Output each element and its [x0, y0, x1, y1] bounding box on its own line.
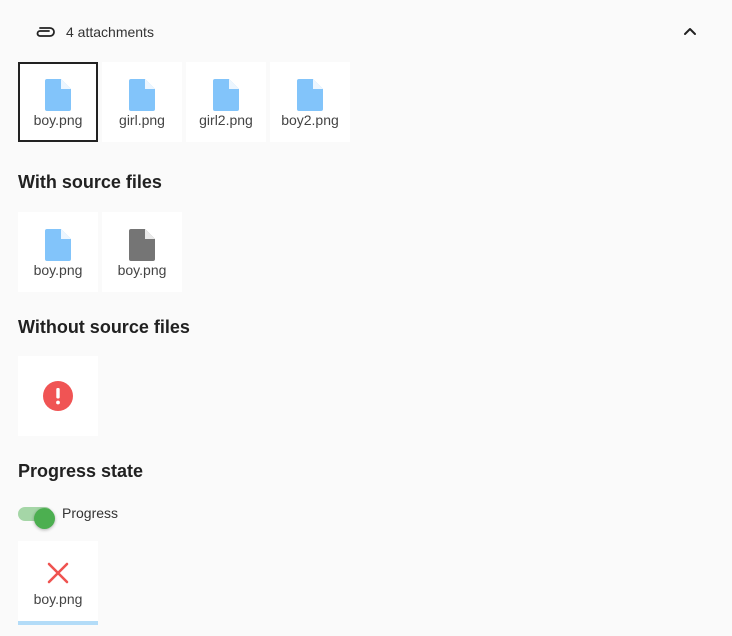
paperclip-icon — [34, 23, 56, 41]
collapse-button[interactable] — [678, 20, 702, 44]
attachments-count: 4 attachments — [66, 24, 154, 40]
error-icon — [43, 381, 73, 411]
toggle-switch[interactable] — [18, 507, 55, 529]
attachment-tile[interactable]: girl2.png — [186, 62, 266, 142]
attachment-name: boy.png — [33, 262, 83, 278]
attachment-tile[interactable]: boy.png — [18, 62, 98, 142]
without-source-list — [18, 356, 98, 436]
attachments-page: 4 attachments boy.png girl.png girl2.png… — [0, 0, 732, 636]
attachment-name: boy2.png — [281, 112, 339, 128]
uploading-attachment-tile[interactable]: boy.png — [18, 541, 98, 625]
attachments-list: boy.png girl.png girl2.png boy2.png — [18, 62, 350, 142]
attachment-tile[interactable]: boy.png — [102, 212, 182, 292]
attachment-name: boy.png — [33, 591, 83, 607]
attachment-tile[interactable]: girl.png — [102, 62, 182, 142]
attachment-name: girl2.png — [199, 112, 253, 128]
attachment-name: boy.png — [117, 262, 167, 278]
without-source-heading: Without source files — [18, 317, 190, 337]
progress-state-heading: Progress state — [18, 461, 144, 481]
file-icon — [129, 229, 155, 261]
error-attachment-tile[interactable] — [18, 356, 98, 436]
file-icon — [129, 79, 155, 111]
attachment-tile[interactable]: boy2.png — [270, 62, 350, 142]
chevron-up-icon — [684, 28, 696, 35]
upload-progress-bar — [18, 621, 98, 625]
progress-list: boy.png — [18, 541, 98, 625]
file-icon — [297, 79, 323, 111]
file-icon — [45, 229, 71, 261]
attachment-name: boy.png — [33, 112, 83, 128]
close-icon[interactable] — [47, 562, 69, 584]
toggle-thumb[interactable] — [34, 508, 55, 529]
with-source-heading: With source files — [18, 172, 162, 192]
attachments-header[interactable]: 4 attachments — [18, 14, 718, 50]
file-icon — [213, 79, 239, 111]
attachment-name: girl.png — [119, 112, 165, 128]
toggle-label: Progress — [62, 505, 119, 521]
with-source-list: boy.png boy.png — [18, 212, 182, 292]
file-icon — [45, 79, 71, 111]
attachment-tile[interactable]: boy.png — [18, 212, 98, 292]
